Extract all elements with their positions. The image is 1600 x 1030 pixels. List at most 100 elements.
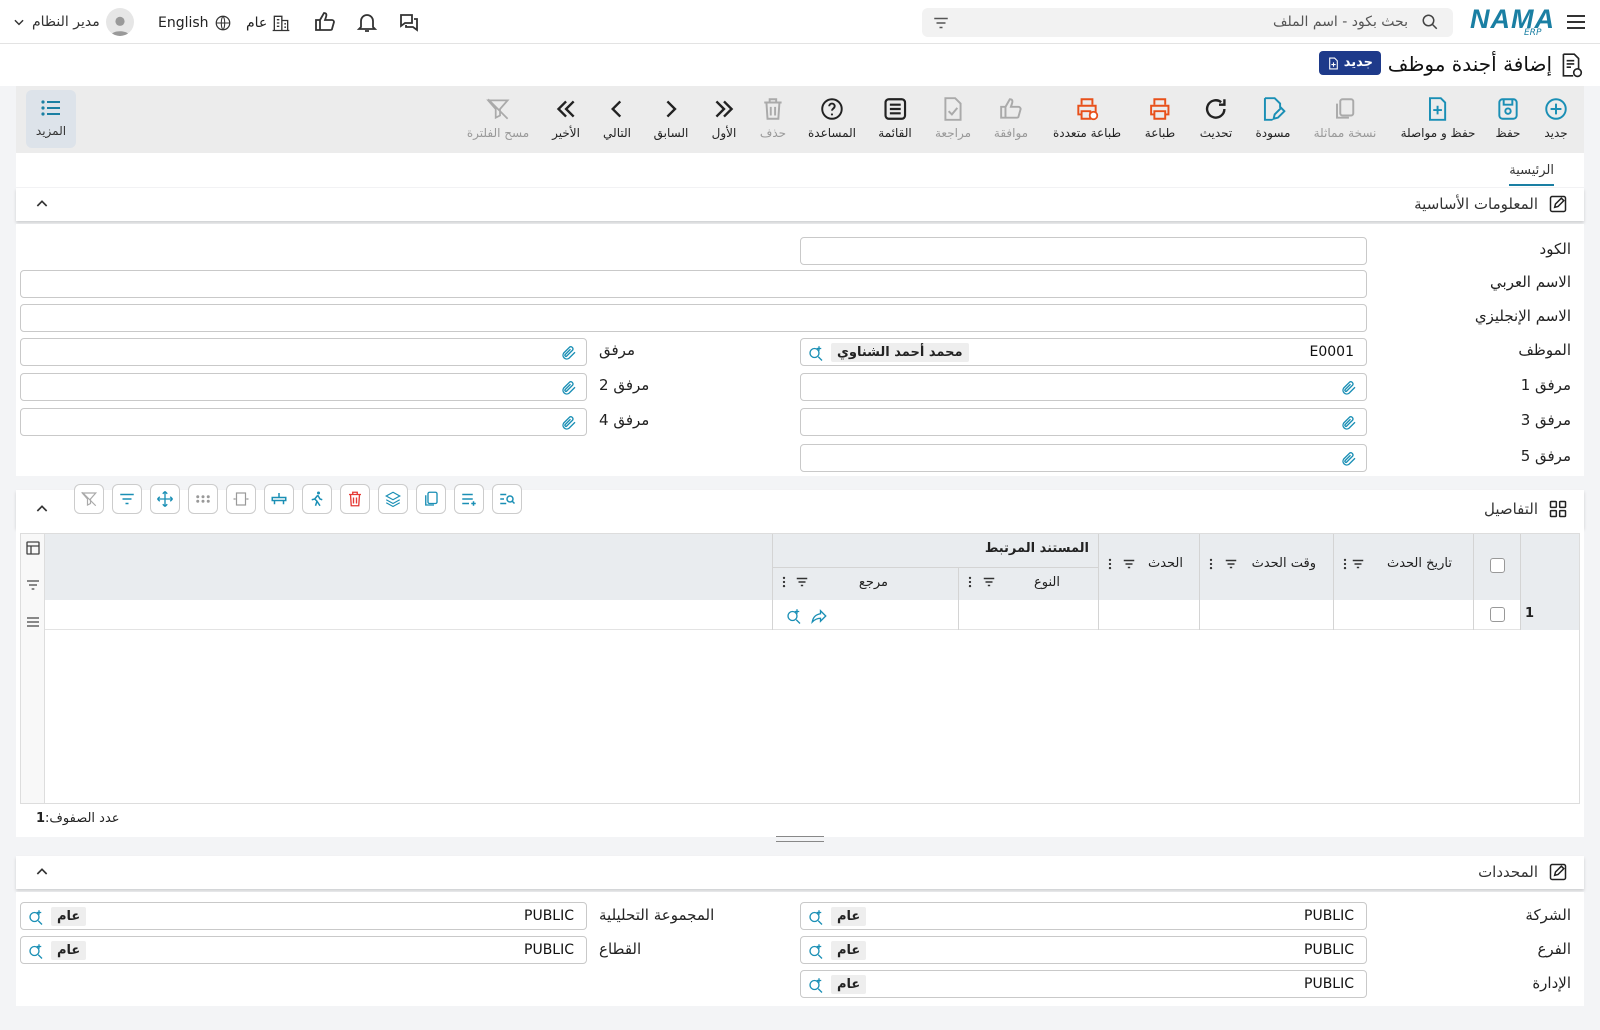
select-all-checkbox[interactable] xyxy=(1490,558,1505,573)
lookup-icon[interactable] xyxy=(785,607,803,625)
brand-logo[interactable]: NAMA ERP xyxy=(1470,4,1554,40)
toolbar-button-first[interactable]: الأول xyxy=(711,96,737,140)
toolbar-button-save[interactable]: حفظ xyxy=(1495,96,1521,140)
basic-info-header[interactable]: المعلومات الأساسية xyxy=(16,188,1584,221)
scope-selector[interactable]: عام xyxy=(246,12,291,34)
lookup-icon[interactable] xyxy=(27,908,45,926)
toolbar-button-copy[interactable]: نسخة مماثلة xyxy=(1314,96,1376,140)
header-event[interactable]: الحدث xyxy=(1148,556,1183,571)
header-event-time[interactable]: وقت الحدث xyxy=(1252,556,1316,571)
arabic-name-field[interactable] xyxy=(20,270,1367,298)
toolbar-button-refresh[interactable]: تحديث xyxy=(1200,96,1232,140)
column-menu-icon[interactable] xyxy=(1207,557,1215,571)
tab-main[interactable]: الرئيسية xyxy=(1509,163,1554,186)
dimensions-header[interactable]: المحددات xyxy=(16,856,1584,889)
column-filter-icon[interactable] xyxy=(1351,557,1365,571)
toolbar-button-draft[interactable]: مسودة xyxy=(1256,96,1290,140)
attachment4-field[interactable] xyxy=(20,408,587,436)
header-event-date[interactable]: تاريخ الحدث xyxy=(1387,556,1452,571)
filter-icon[interactable] xyxy=(25,577,41,593)
attachment-field[interactable] xyxy=(20,338,587,366)
code-field[interactable] xyxy=(800,237,1367,265)
thumbs-up-icon[interactable] xyxy=(313,10,337,34)
dots-grid-button[interactable] xyxy=(188,484,218,514)
lookup-icon[interactable] xyxy=(807,976,825,994)
chevron-up-icon[interactable] xyxy=(34,864,50,880)
search-icon[interactable] xyxy=(1421,13,1439,31)
toolbar-button-prev[interactable]: السابق xyxy=(654,96,688,140)
chevron-up-icon[interactable] xyxy=(34,196,50,212)
toolbar-button-clear-filter[interactable]: مسح الفلترة xyxy=(467,96,529,140)
columns-icon[interactable] xyxy=(25,540,41,556)
move-button[interactable] xyxy=(150,484,180,514)
search-box[interactable]: بحث بكود - اسم الملف xyxy=(922,8,1453,37)
company-field[interactable]: PUBLIC عام xyxy=(800,902,1367,930)
column-menu-icon[interactable] xyxy=(966,575,974,589)
row-checkbox[interactable] xyxy=(1490,607,1505,622)
column-filter-icon[interactable] xyxy=(982,575,996,589)
branch-field[interactable]: PUBLIC عام xyxy=(800,936,1367,964)
column-menu-icon[interactable] xyxy=(1341,557,1349,571)
toolbar-button-last[interactable]: الأخير xyxy=(552,96,580,140)
clear-filter-button[interactable] xyxy=(74,484,104,514)
search-input[interactable]: بحث بكود - اسم الملف xyxy=(1273,14,1408,30)
toolbar-button-multi-print[interactable]: طباعة متعددة xyxy=(1053,96,1121,140)
toolbar-button-label: موافقة xyxy=(993,126,1029,140)
lookup-icon[interactable] xyxy=(807,908,825,926)
column-menu-icon[interactable] xyxy=(780,575,788,589)
filter-button[interactable] xyxy=(112,484,142,514)
header-reference[interactable]: مرجع xyxy=(859,575,888,590)
paperclip-icon[interactable] xyxy=(560,344,578,362)
department-field[interactable]: PUBLIC عام xyxy=(800,970,1367,998)
toolbar-button-save-continue[interactable]: حفظ و مواصلة xyxy=(1401,96,1475,140)
header-type[interactable]: النوع xyxy=(1034,575,1060,590)
toolbar-button-next[interactable]: التالي xyxy=(603,96,631,140)
lookup-icon[interactable] xyxy=(807,942,825,960)
paperclip-icon[interactable] xyxy=(1340,450,1358,468)
toolbar-button-trash[interactable]: حذف xyxy=(760,96,786,140)
hamburger-menu-icon[interactable] xyxy=(1564,10,1588,34)
layers-button[interactable] xyxy=(378,484,408,514)
more-button[interactable]: المزيد xyxy=(26,90,76,148)
attachment2-field[interactable] xyxy=(20,373,587,401)
filter-icon[interactable] xyxy=(932,14,950,32)
toolbar-button-print[interactable]: طباعة xyxy=(1145,96,1175,140)
attachment5-field[interactable] xyxy=(800,444,1367,472)
insert-row-button[interactable] xyxy=(264,484,294,514)
paperclip-icon[interactable] xyxy=(1340,379,1358,397)
employee-field[interactable]: E0001 محمد أحمد الشناوي xyxy=(800,338,1367,366)
column-filter-icon[interactable] xyxy=(1122,557,1136,571)
toolbar-button-thumbs-up[interactable]: موافقة xyxy=(994,96,1028,140)
paperclip-icon[interactable] xyxy=(560,414,578,432)
toolbar-button-review[interactable]: مراجعة xyxy=(935,96,971,140)
lookup-icon[interactable] xyxy=(807,344,825,362)
column-filter-icon[interactable] xyxy=(1224,557,1238,571)
delete-row-button[interactable] xyxy=(340,484,370,514)
run-button[interactable] xyxy=(302,484,332,514)
language-selector[interactable]: English xyxy=(158,12,232,34)
user-menu[interactable]: مدير النظام xyxy=(12,8,134,36)
english-name-field[interactable] xyxy=(20,304,1367,332)
attachment3-field[interactable] xyxy=(800,408,1367,436)
search-lines-button[interactable] xyxy=(492,484,522,514)
paperclip-icon[interactable] xyxy=(1340,414,1358,432)
column-menu-icon[interactable] xyxy=(1106,557,1114,571)
toolbar-button-plus-circle[interactable]: جديد xyxy=(1543,96,1569,140)
attachment1-field[interactable] xyxy=(800,373,1367,401)
toolbar-button-label: حفظ xyxy=(1495,126,1521,140)
toolbar-button-help[interactable]: المساعدة xyxy=(808,96,856,140)
menu-icon[interactable] xyxy=(25,614,41,630)
resize-handle[interactable] xyxy=(776,836,824,842)
copy-row-button[interactable] xyxy=(416,484,446,514)
fit-columns-button[interactable] xyxy=(226,484,256,514)
paperclip-icon[interactable] xyxy=(560,379,578,397)
share-icon[interactable] xyxy=(810,607,828,625)
chat-icon[interactable] xyxy=(397,10,421,34)
column-filter-icon[interactable] xyxy=(795,575,809,589)
add-lines-button[interactable] xyxy=(454,484,484,514)
lookup-icon[interactable] xyxy=(27,942,45,960)
bell-icon[interactable] xyxy=(355,10,379,34)
analytic-group-field[interactable]: PUBLIC عام xyxy=(20,902,587,930)
sector-field[interactable]: PUBLIC عام xyxy=(20,936,587,964)
toolbar-button-list[interactable]: القائمة xyxy=(878,96,912,140)
